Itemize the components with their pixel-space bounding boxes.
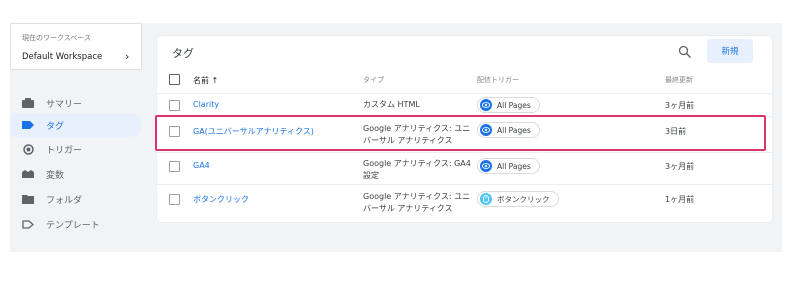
table-row[interactable]: ボタンクリック Google アナリティクス: ユニバーサル アナリティクス ボ… [157,184,772,220]
trigger-chip[interactable]: All Pages [477,158,540,174]
column-header-type: タイプ [363,76,384,84]
tag-name-link[interactable]: ボタンクリック [193,194,249,205]
workspace-caption: 現在のワークスペース [22,34,91,42]
sidebar-item-label: サマリー [46,99,83,110]
sidebar-item-label: タグ [46,121,65,132]
last-updated: 3ヶ月前 [665,101,695,110]
workspace-selector[interactable]: 現在のワークスペース Default Workspace › [10,23,142,70]
new-tag-button[interactable]: 新規 [707,39,753,63]
sidebar-item-label: テンプレート [46,220,100,231]
summary-icon [22,97,34,109]
trigger-icon [22,143,34,155]
search-icon[interactable] [678,44,692,58]
tag-type: カスタム HTML [363,100,420,109]
column-header-name[interactable]: 名前 ↑ [193,73,218,87]
chevron-right-icon: › [125,50,130,63]
last-updated: 1ヶ月前 [665,195,695,204]
sidebar-item-templates[interactable]: テンプレート [10,212,142,236]
folder-icon [22,193,34,205]
row-checkbox[interactable] [169,194,180,205]
row-checkbox[interactable] [169,161,180,172]
tag-icon [22,119,34,131]
column-header-trigger: 配信トリガー [477,76,519,84]
table-row[interactable]: GA4 Google アナリティクス: GA4 設定 All Pages 3ヶ月… [157,152,772,184]
tag-type: Google アナリティクス: ユニバーサル アナリティクス [363,192,471,213]
trigger-chip[interactable]: ボタンクリック [477,191,559,207]
highlight-box [155,115,766,151]
variables-icon [22,168,34,180]
click-icon [480,193,492,205]
sidebar-item-folders[interactable]: フォルダ [10,187,142,211]
eye-icon [480,99,492,111]
column-header-updated: 最終更新 [665,76,693,84]
tag-name-link[interactable]: Clarity [193,100,219,109]
template-icon [22,218,34,230]
sidebar-item-triggers[interactable]: トリガー [10,137,142,161]
last-updated: 3ヶ月前 [665,162,695,171]
table-row[interactable]: Clarity カスタム HTML All Pages 3ヶ月前 [157,93,772,116]
row-checkbox[interactable] [169,100,180,111]
trigger-chip-label: ボタンクリック [497,194,550,204]
tag-name-link[interactable]: GA4 [193,161,210,170]
tag-type: Google アナリティクス: GA4 設定 [363,159,471,180]
sidebar-item-tags[interactable]: タグ [10,113,142,137]
sidebar-item-summary[interactable]: サマリー [10,91,142,115]
workspace-name: Default Workspace [22,52,103,62]
trigger-chip-label: All Pages [497,161,531,171]
eye-icon [480,160,492,172]
select-all-checkbox[interactable] [169,74,180,85]
trigger-chip-label: All Pages [497,100,531,110]
sidebar-item-variables[interactable]: 変数 [10,162,142,186]
trigger-chip[interactable]: All Pages [477,97,540,113]
sidebar-item-label: 変数 [46,170,65,181]
sidebar-item-label: フォルダ [46,195,83,206]
sidebar-item-label: トリガー [46,145,83,156]
page-title: タグ [172,47,194,60]
